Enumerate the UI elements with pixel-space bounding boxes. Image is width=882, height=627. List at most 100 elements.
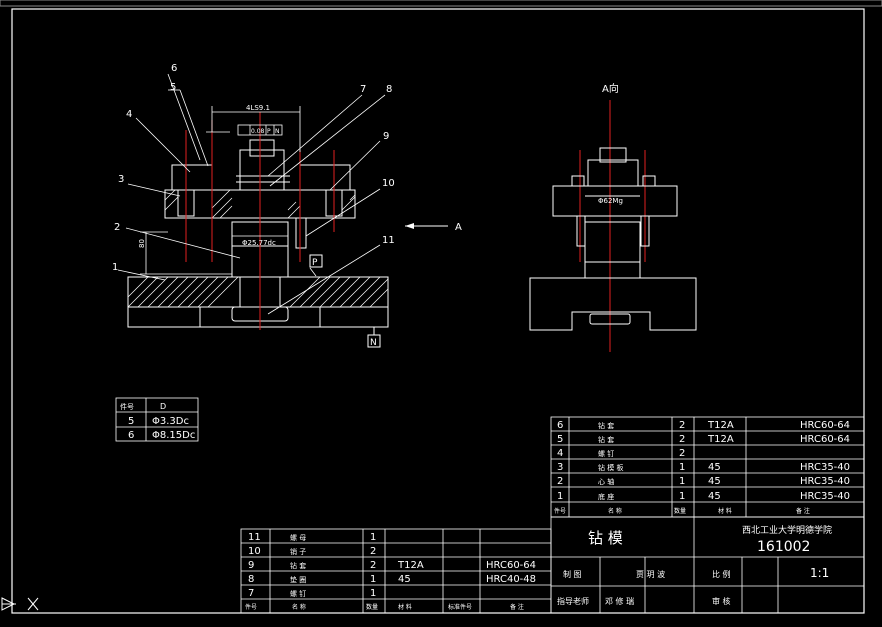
bom-upper-qty: 1 bbox=[679, 462, 685, 473]
fcf-tol-text: 0.08 bbox=[251, 128, 265, 135]
bom-upper-name: 底 座 bbox=[598, 492, 614, 501]
bom-lower-no: 9 bbox=[248, 560, 254, 571]
front-section-view bbox=[127, 139, 389, 328]
dim-side-text: Φ62Mg bbox=[598, 197, 623, 205]
bom-upper-note: HRC35-40 bbox=[800, 462, 850, 473]
small-table-h2: D bbox=[160, 402, 166, 411]
bom-upper-qty: 1 bbox=[679, 491, 685, 502]
bom-lower-no: 11 bbox=[248, 532, 261, 543]
bom-upper-header: 名 称 bbox=[608, 507, 622, 515]
bom-lower-header: 标准件号 bbox=[448, 603, 472, 611]
small-table-r1c2: Φ3.3Dc bbox=[152, 416, 189, 427]
bom-upper-name: 钻 套 bbox=[598, 421, 614, 430]
bom-lower-name: 垫 圈 bbox=[290, 575, 306, 584]
callout-10: 10 bbox=[382, 178, 395, 189]
bom-upper-rows: 6 钻 套 2 T12A HRC60-64 5 钻 套 2 T12A HRC60-64 4 螺 钉 2 3… bbox=[554, 420, 850, 515]
bom-lower-mat: T12A bbox=[397, 560, 424, 571]
bom-upper-qty: 2 bbox=[679, 448, 685, 459]
bom-upper-header: 备 注 bbox=[796, 507, 810, 515]
datum-n-label: N bbox=[370, 338, 377, 348]
bom-lower-header: 名 称 bbox=[292, 603, 306, 611]
callout-6: 6 bbox=[171, 63, 177, 74]
bom-upper-no: 3 bbox=[557, 462, 563, 473]
bom-lower-no: 7 bbox=[248, 588, 254, 599]
bom-upper-note: HRC35-40 bbox=[800, 476, 850, 487]
drawing-number: 161002 bbox=[757, 539, 810, 555]
base-plate bbox=[127, 276, 389, 308]
bom-lower-qty: 1 bbox=[370, 588, 376, 599]
side-view bbox=[529, 147, 697, 331]
ucs-icon bbox=[1, 597, 39, 611]
bom-upper-no: 6 bbox=[557, 420, 563, 431]
small-table-h1: 件号 bbox=[120, 402, 134, 411]
drawn-name: 贾 玥 波 bbox=[636, 569, 665, 579]
bom-lower-qty: 2 bbox=[370, 560, 376, 571]
bom-upper-no: 2 bbox=[557, 476, 563, 487]
callout-3: 3 bbox=[118, 174, 124, 185]
bom-upper-name: 钻 模 板 bbox=[598, 463, 623, 472]
drawing-border bbox=[11, 8, 865, 614]
small-table-r2c1: 6 bbox=[128, 430, 134, 441]
dimensions bbox=[140, 106, 317, 277]
scale-value: 1:1 bbox=[810, 566, 829, 580]
bom-lower-no: 8 bbox=[248, 574, 254, 585]
callout-9: 9 bbox=[383, 131, 389, 142]
view-arrow-label: A bbox=[455, 222, 462, 233]
bom-upper-note: HRC35-40 bbox=[800, 491, 850, 502]
bom-upper-no: 1 bbox=[557, 491, 563, 502]
bom-upper-name: 心 轴 bbox=[598, 477, 614, 486]
bom-lower-qty: 1 bbox=[370, 574, 376, 585]
bom-lower-header: 数量 bbox=[366, 603, 378, 611]
bom-lower-header: 材 料 bbox=[398, 603, 412, 611]
window-top-edge bbox=[0, 0, 882, 7]
datum-p-label: P bbox=[312, 258, 318, 268]
bom-lower-mat: 45 bbox=[398, 574, 411, 585]
cad-canvas[interactable]: 4LS9.1 0.08 P N 80 Φ25.77dc P N A 1 2 3 … bbox=[0, 0, 882, 623]
small-table-r1c1: 5 bbox=[128, 416, 134, 427]
callout-7: 7 bbox=[360, 84, 366, 95]
bom-lower-header: 件号 bbox=[245, 603, 257, 611]
fcf-datum1: P bbox=[267, 128, 271, 135]
bom-upper-header: 材 料 bbox=[718, 507, 732, 515]
bom-upper-note: HRC60-64 bbox=[800, 434, 850, 445]
callout-4: 4 bbox=[126, 109, 132, 120]
bom-upper-note: HRC60-64 bbox=[800, 420, 850, 431]
bom-lower-qty: 1 bbox=[370, 532, 376, 543]
bom-lower-name: 螺 钉 bbox=[290, 589, 306, 598]
callout-2: 2 bbox=[114, 222, 120, 233]
small-table-r2c2: Φ8.15Dc bbox=[152, 430, 195, 441]
dim-vertical-text: 80 bbox=[138, 239, 146, 248]
bom-upper-mat: 45 bbox=[708, 476, 721, 487]
callout-8: 8 bbox=[386, 84, 392, 95]
review-label: 审 核 bbox=[712, 596, 731, 606]
base-foot bbox=[127, 306, 389, 328]
drawing-sheet: 4LS9.1 0.08 P N 80 Φ25.77dc P N A 1 2 3 … bbox=[0, 0, 882, 614]
bom-lower-note: HRC40-48 bbox=[486, 574, 536, 585]
bom-lower-qty: 2 bbox=[370, 546, 376, 557]
bom-upper-name: 螺 钉 bbox=[598, 449, 614, 458]
bom-lower-grid bbox=[240, 528, 552, 614]
callout-1: 1 bbox=[112, 262, 118, 273]
bom-lower-note: HRC60-64 bbox=[486, 560, 536, 571]
bom-upper-mat: 45 bbox=[708, 462, 721, 473]
callout-11: 11 bbox=[382, 235, 395, 246]
callout-5: 5 bbox=[170, 82, 176, 93]
bom-upper-qty: 2 bbox=[679, 420, 685, 431]
part-name: 钻 模 bbox=[588, 529, 623, 547]
dim-bushing-text: Φ25.77dc bbox=[242, 239, 276, 247]
bom-upper-name: 钻 套 bbox=[598, 435, 614, 444]
bom-lower-name: 销 子 bbox=[290, 547, 306, 556]
bom-lower-no: 10 bbox=[248, 546, 261, 557]
school-name: 西北工业大学明德学院 bbox=[742, 524, 832, 536]
bom-upper-no: 5 bbox=[557, 434, 563, 445]
bom-upper-no: 4 bbox=[557, 448, 563, 459]
bom-upper-qty: 2 bbox=[679, 434, 685, 445]
advisor-name: 邓 修 瑞 bbox=[605, 596, 634, 606]
bom-upper-qty: 1 bbox=[679, 476, 685, 487]
bom-upper-header: 数量 bbox=[674, 507, 686, 515]
bom-lower-header: 备 注 bbox=[510, 603, 524, 611]
bom-upper-header: 件号 bbox=[554, 507, 566, 515]
section-label: A向 bbox=[602, 82, 619, 95]
fcf-datum2: N bbox=[275, 128, 280, 135]
drawn-label: 制 图 bbox=[563, 569, 582, 579]
